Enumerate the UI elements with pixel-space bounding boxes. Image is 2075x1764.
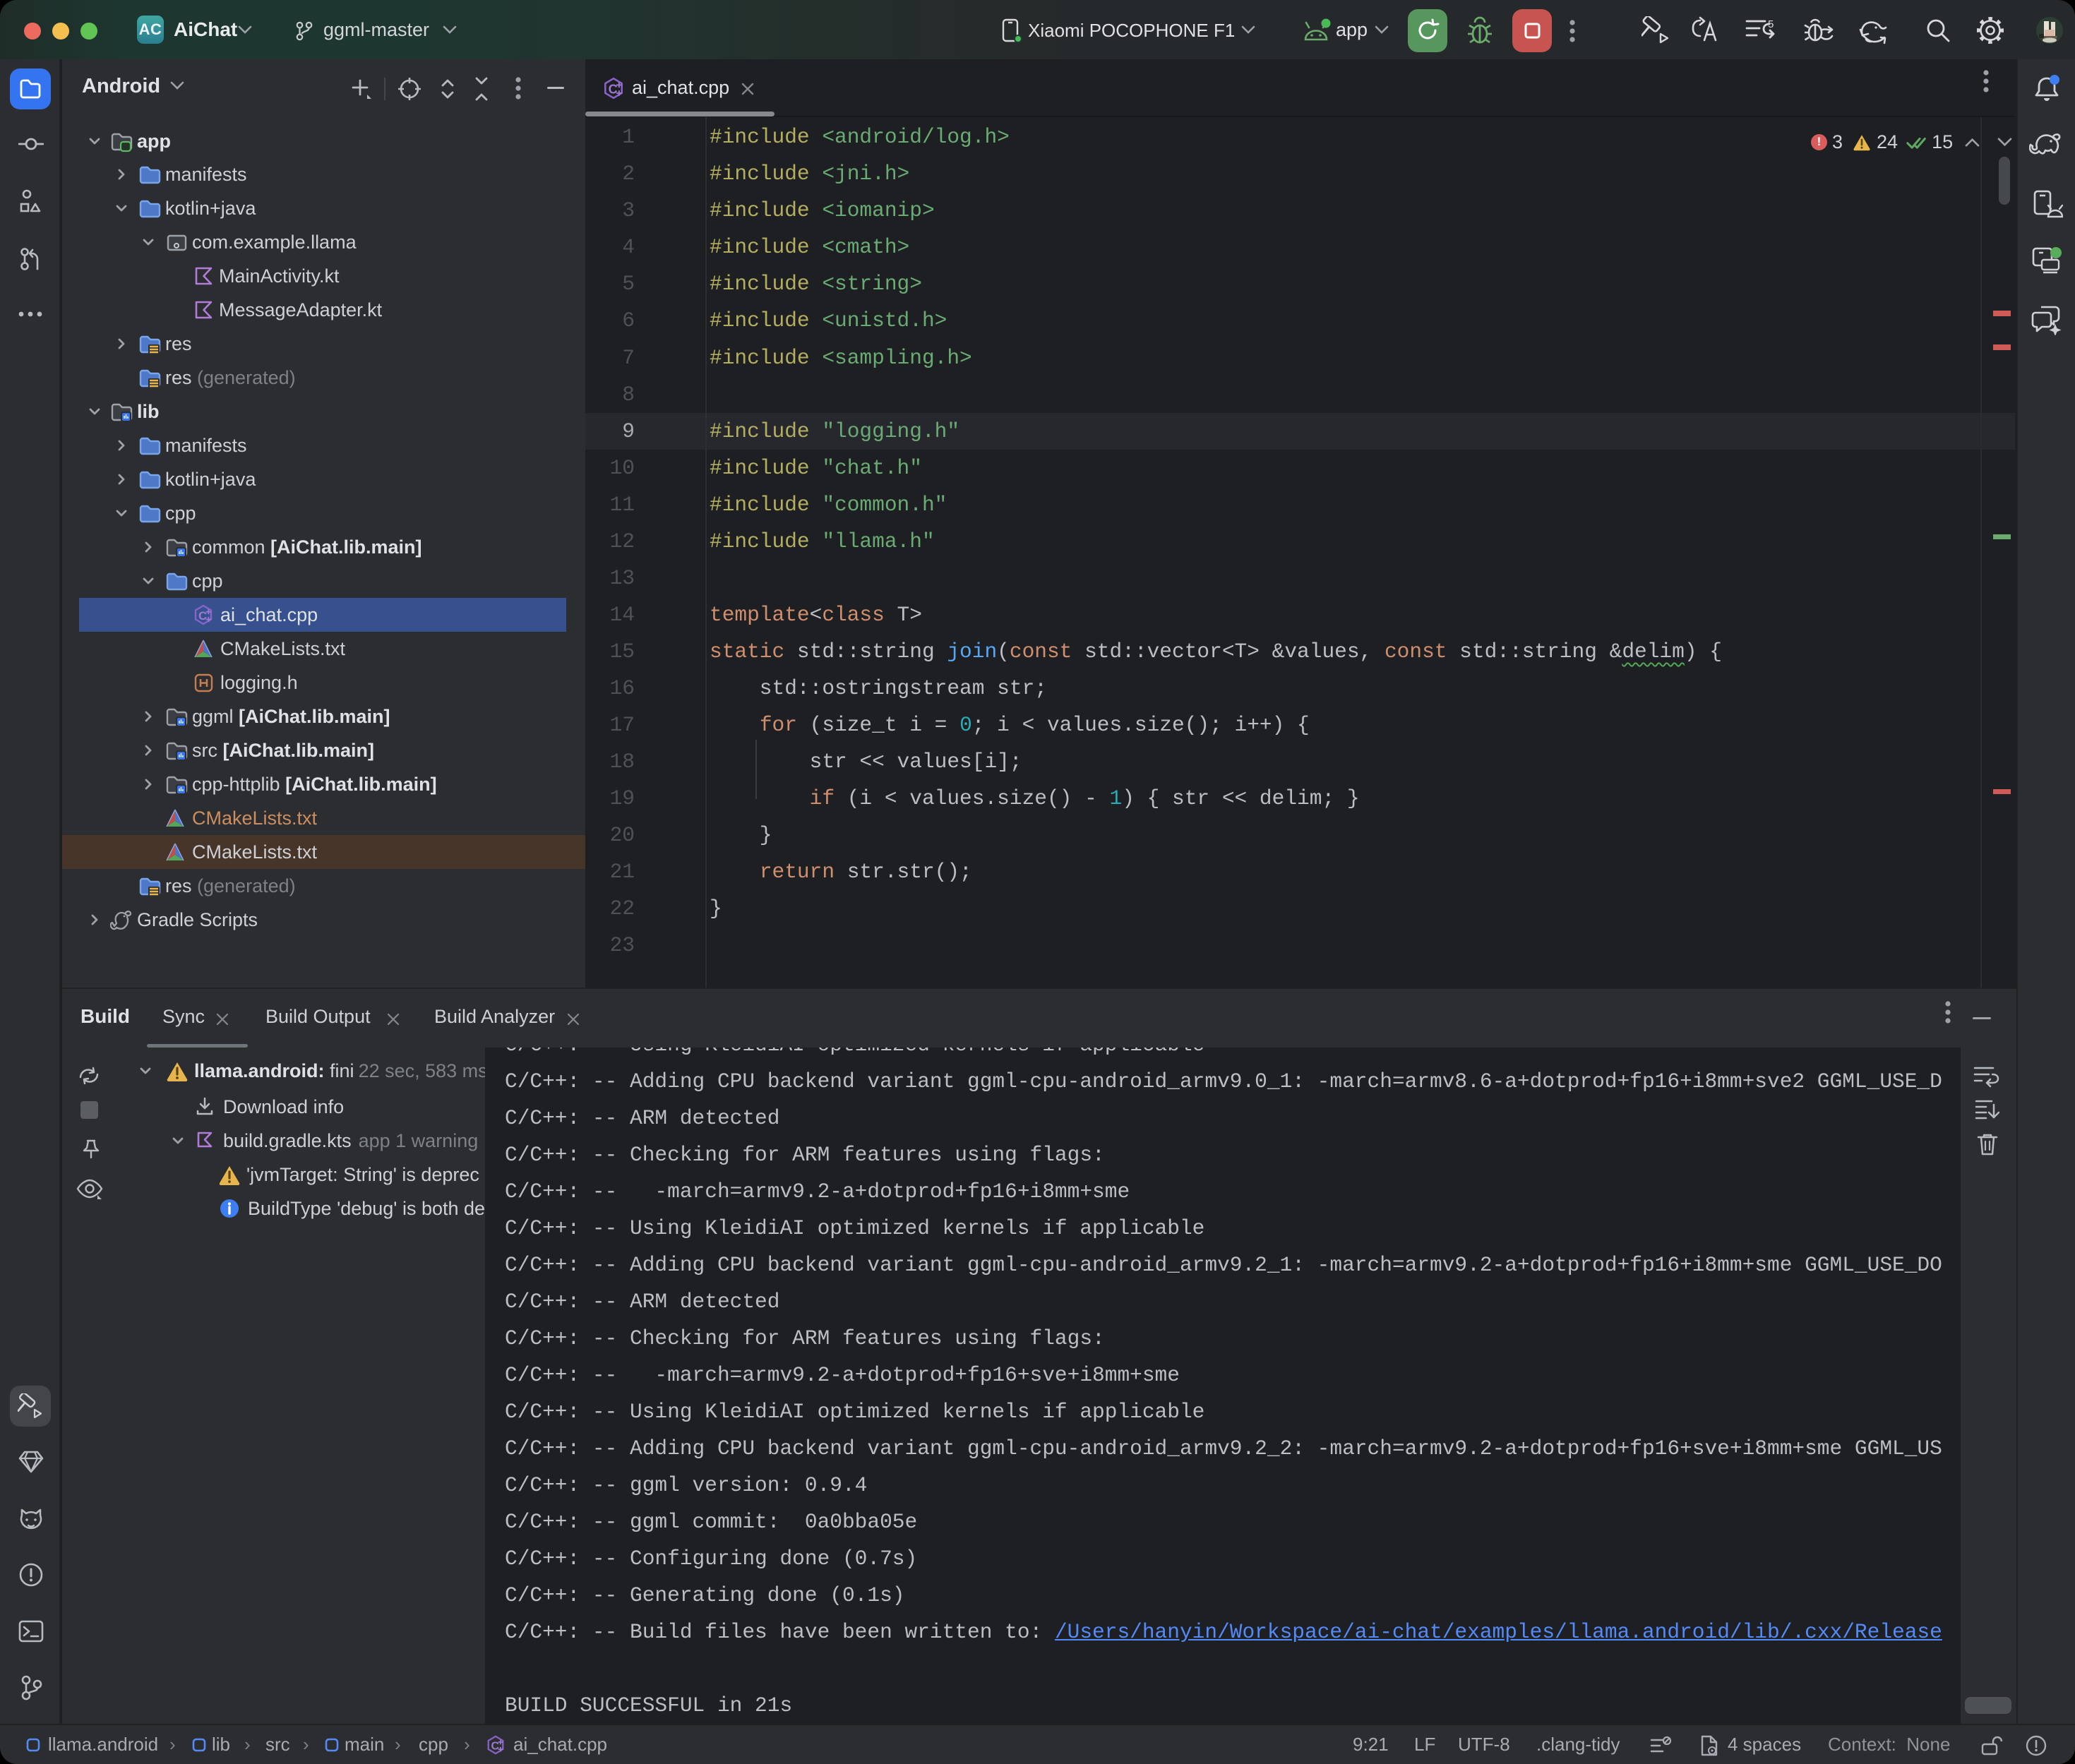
svg-text:5: 5 [1768, 18, 1774, 30]
